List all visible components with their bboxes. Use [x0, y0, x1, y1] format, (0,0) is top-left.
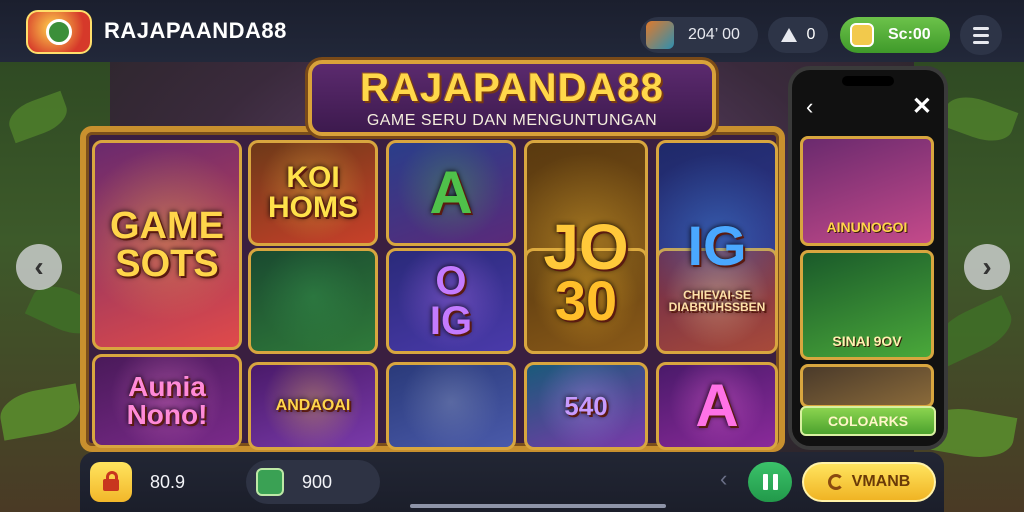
phone-tile-label: SINAI 9OV [832, 333, 902, 349]
palm-leaf [939, 89, 1019, 149]
prev-arrow-button[interactable]: ‹ [16, 244, 62, 290]
menu-icon [973, 26, 989, 30]
balance-value: 204’ 00 [688, 26, 740, 43]
phone-tile-ainunogoi[interactable]: AINUNOGOI [800, 136, 934, 246]
tile-label: IG [687, 214, 747, 277]
bottom-bar: 80.9 900 ‹ VMANB [80, 452, 944, 512]
coin-icon [850, 23, 874, 47]
tile-label: KOI HOMS [268, 161, 358, 224]
bet-value: 900 [302, 472, 333, 492]
spin-label: VMANB [851, 473, 911, 490]
lock-value: 80.9 [150, 472, 186, 492]
menu-button[interactable] [960, 15, 1002, 55]
tile-symbol-a-green[interactable]: A [386, 140, 516, 246]
tile-glow [389, 365, 513, 447]
chevron-right-icon: › [982, 251, 992, 282]
spin-button[interactable]: VMANB [802, 462, 936, 502]
top-bar: RAJAPAANDA88 204’ 00 0 Sc:00 [0, 0, 1024, 62]
cash-icon [256, 468, 284, 496]
deposit-label: Sc:00 [888, 26, 931, 43]
back-icon[interactable]: ‹ [806, 94, 813, 120]
balance-pill[interactable]: 204’ 00 [640, 17, 758, 53]
colors-button[interactable]: COLOARKS [800, 406, 936, 436]
banner-subtitle: GAME SERU DAN MENGUNTUNGAN [366, 112, 658, 129]
phone-header: ‹ ✕ [800, 92, 936, 120]
tile-andaoai[interactable]: ANDAOAI [248, 362, 378, 450]
close-icon[interactable]: ✕ [912, 92, 932, 121]
tile-label: ANDAOAI [275, 397, 351, 414]
scroll-indicator[interactable] [410, 504, 666, 508]
notification-pill[interactable]: 0 [768, 17, 828, 53]
phone-notch [842, 76, 894, 86]
tile-glow [251, 251, 375, 351]
palm-leaf [3, 90, 73, 144]
deposit-button[interactable]: Sc:00 [840, 17, 950, 53]
title-banner: RAJAPANDA88 GAME SERU DAN MENGUNTUNGAN [308, 60, 716, 136]
bell-icon [780, 28, 797, 42]
lock-button[interactable] [90, 462, 132, 502]
tile-green-cylinder[interactable] [248, 248, 378, 354]
notification-count: 0 [806, 26, 816, 43]
tile-symbol-o-ig[interactable]: O IG [386, 248, 516, 354]
palm-leaf [0, 383, 84, 441]
chevron-left-icon[interactable]: ‹ [720, 466, 727, 492]
tile-koi-homs[interactable]: KOI HOMS [248, 140, 378, 246]
phone-preview: ‹ ✕ AINUNOGOI SINAI 9OV COLOARKS [788, 66, 948, 450]
phone-tile-label: AINUNOGOI [826, 219, 908, 235]
chevron-left-icon: ‹ [34, 251, 44, 282]
tile-label: Aunia Nono! [126, 371, 208, 430]
tile-cube-540[interactable]: 540 [524, 362, 648, 450]
phone-tile-gold-coins[interactable] [800, 364, 934, 408]
brand-name: RAJAPAANDA88 [104, 18, 287, 43]
tile-grey-cat[interactable] [386, 362, 516, 450]
pause-icon [762, 474, 768, 490]
tile-label: CHIEVAI-SE DIABRUHSSBEN [668, 288, 766, 314]
tile-symbol-a-pink[interactable]: A [656, 362, 778, 450]
tile-aunia-nono[interactable]: Aunia Nono! [92, 354, 242, 448]
tile-label: GAME SOTS [110, 205, 224, 285]
tile-label: 540 [564, 391, 608, 421]
panda-logo-icon [46, 19, 72, 45]
tile-label: O IG [429, 259, 473, 343]
bet-chip[interactable]: 900 [246, 460, 380, 504]
swirl-icon [827, 474, 844, 490]
pause-button[interactable] [748, 462, 792, 502]
banner-title: RAJAPANDA88 [360, 66, 664, 110]
tile-label: 30 [554, 269, 618, 332]
tile-label: A [695, 372, 739, 439]
tile-label: A [429, 159, 473, 226]
phone-tile-sinai-90v[interactable]: SINAI 9OV [800, 250, 934, 360]
app-logo[interactable] [26, 10, 92, 54]
tile-game-slots[interactable]: GAME SOTS [92, 140, 242, 350]
next-arrow-button[interactable]: › [964, 244, 1010, 290]
wallet-icon [646, 21, 674, 49]
